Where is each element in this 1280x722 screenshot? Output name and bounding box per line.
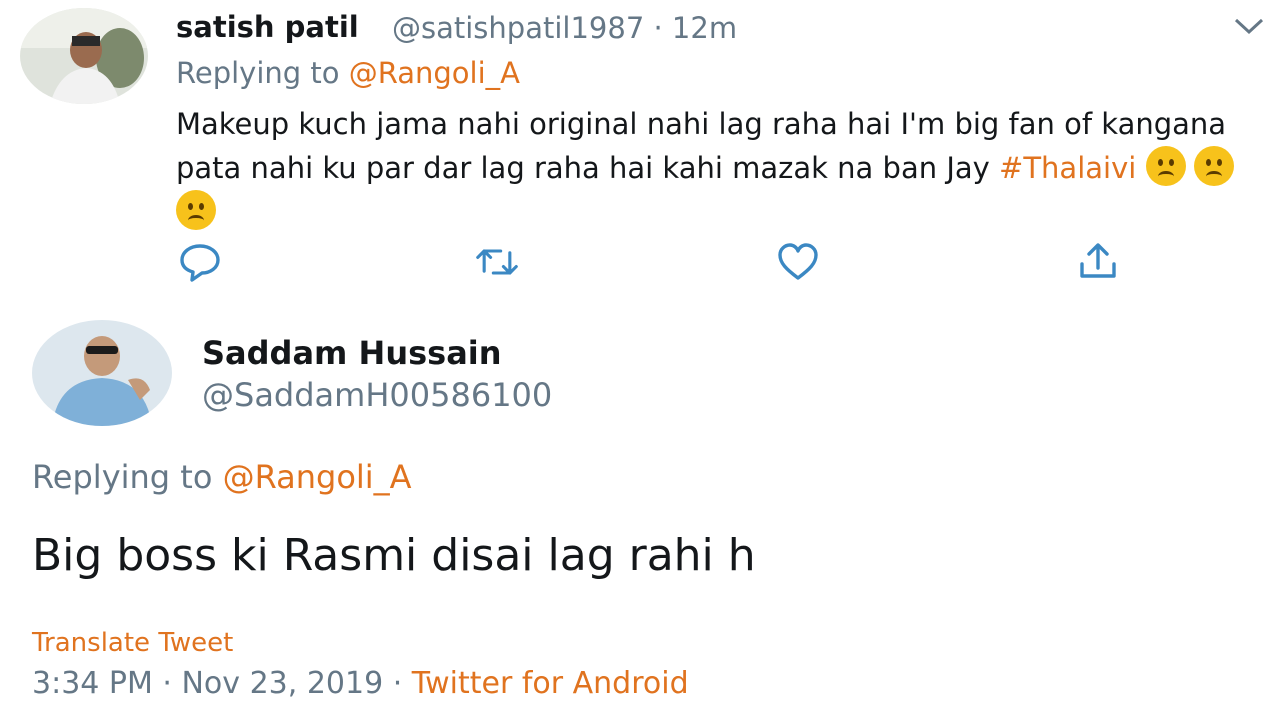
share-icon[interactable]: [1076, 240, 1120, 284]
replying-label: Replying to: [32, 458, 213, 496]
author-name[interactable]: satish patil: [176, 10, 359, 44]
replying-to: Replying to @Rangoli_A: [32, 458, 412, 496]
author-name[interactable]: Saddam Hussain: [202, 334, 502, 372]
tweet-text: Makeup kuch jama nahi original nahi lag …: [176, 102, 1266, 234]
author-handle-time[interactable]: @satishpatil1987 · 12m: [392, 11, 737, 45]
frowning-face-emoji-icon: [176, 190, 216, 230]
hashtag-link[interactable]: #Thalaivi: [999, 151, 1136, 185]
replying-to: Replying to @Rangoli_A: [176, 56, 520, 90]
retweet-icon[interactable]: [475, 240, 519, 284]
tweet-timestamp: 3:34 PM · Nov 23, 2019 · Twitter for And…: [32, 666, 689, 701]
timestamp: 3:34 PM · Nov 23, 2019 ·: [32, 666, 412, 701]
reply-icon[interactable]: [178, 240, 222, 284]
like-heart-icon[interactable]: [776, 240, 820, 284]
translate-tweet-link[interactable]: Translate Tweet: [32, 628, 233, 658]
tweet-text: Big boss ki Rasmi disai lag rahi h: [32, 530, 756, 581]
frowning-face-emoji-icon: [1193, 146, 1234, 186]
mention-link[interactable]: @Rangoli_A: [349, 56, 520, 90]
source-link[interactable]: Twitter for Android: [412, 666, 689, 701]
mention-link[interactable]: @Rangoli_A: [223, 458, 412, 496]
chevron-down-icon[interactable]: [1232, 14, 1266, 38]
avatar[interactable]: [32, 320, 172, 426]
replying-label: Replying to: [176, 56, 340, 90]
avatar[interactable]: [20, 8, 148, 104]
author-handle[interactable]: @SaddamH00586100: [202, 376, 552, 414]
frowning-face-emoji-icon: [1145, 146, 1186, 186]
